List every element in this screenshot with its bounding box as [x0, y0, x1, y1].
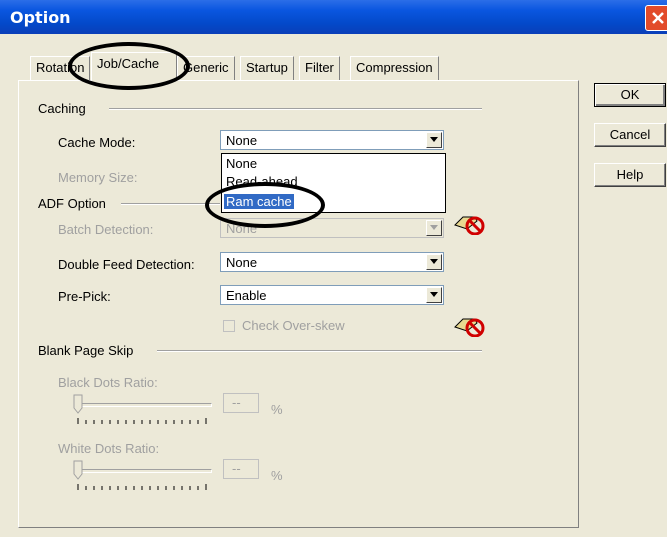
black-dots-value: -- — [232, 395, 241, 410]
batch-detection-label: Batch Detection: — [58, 222, 154, 237]
black-dots-ratio-label: Black Dots Ratio: — [58, 375, 158, 390]
pre-pick-select[interactable]: Enable — [220, 285, 444, 305]
pre-pick-label: Pre-Pick: — [58, 289, 111, 304]
black-dots-slider-thumb[interactable] — [73, 394, 83, 414]
close-button[interactable] — [645, 5, 667, 31]
no-drop-hand-icon — [454, 318, 485, 337]
chevron-down-icon — [430, 292, 438, 297]
memory-size-label: Memory Size: — [58, 170, 138, 185]
check-overskew-label: Check Over-skew — [242, 318, 345, 333]
check-overskew-checkbox[interactable] — [223, 320, 235, 332]
tab-filter[interactable]: Filter — [299, 56, 340, 80]
cache-mode-label: Cache Mode: — [58, 135, 136, 150]
tab-startup[interactable]: Startup — [240, 56, 294, 80]
pre-pick-value: Enable — [226, 288, 267, 303]
ok-button[interactable]: OK — [594, 83, 666, 107]
white-dots-unit: % — [271, 468, 283, 483]
white-dots-value-field[interactable]: -- — [223, 459, 259, 479]
annotation-circle-job-cache-tab — [68, 42, 190, 90]
white-dots-ticks — [77, 484, 207, 490]
double-feed-select[interactable]: None — [220, 252, 444, 272]
caching-divider — [109, 108, 482, 110]
window-title: Option — [10, 8, 71, 27]
double-feed-label: Double Feed Detection: — [58, 257, 195, 272]
cancel-button[interactable]: Cancel — [594, 123, 666, 147]
close-icon — [652, 12, 664, 24]
help-button[interactable]: Help — [594, 163, 666, 187]
double-feed-dropdown-button[interactable] — [426, 254, 442, 270]
chevron-down-icon — [430, 225, 438, 230]
tab-compression[interactable]: Compression — [350, 56, 439, 80]
black-dots-value-field[interactable]: -- — [223, 393, 259, 413]
white-dots-slider[interactable] — [78, 469, 212, 473]
black-dots-unit: % — [271, 402, 283, 417]
white-dots-value: -- — [232, 461, 241, 476]
caching-group-label: Caching — [38, 101, 86, 116]
blank-page-divider — [157, 350, 482, 352]
cache-mode-select[interactable]: None — [220, 130, 444, 150]
annotation-circle-ram-cache — [205, 182, 325, 228]
white-dots-ratio-label: White Dots Ratio: — [58, 441, 160, 456]
option-dialog: Option Rotation Job/Cache Generic Startu… — [0, 0, 667, 537]
cache-mode-dropdown-button[interactable] — [426, 132, 442, 148]
chevron-down-icon — [430, 137, 438, 142]
cache-mode-value: None — [226, 133, 258, 148]
adf-group-label: ADF Option — [38, 196, 106, 211]
title-bar: Option — [0, 0, 667, 34]
cache-option-none[interactable]: None — [226, 156, 257, 171]
blank-page-skip-group-label: Blank Page Skip — [38, 343, 134, 358]
black-dots-ticks — [77, 418, 207, 424]
black-dots-slider[interactable] — [78, 403, 212, 407]
white-dots-slider-thumb[interactable] — [73, 460, 83, 480]
batch-detection-dropdown-button[interactable] — [426, 220, 442, 236]
no-drop-hand-icon — [454, 216, 485, 235]
pre-pick-dropdown-button[interactable] — [426, 287, 442, 303]
chevron-down-icon — [430, 259, 438, 264]
double-feed-value: None — [226, 255, 258, 270]
